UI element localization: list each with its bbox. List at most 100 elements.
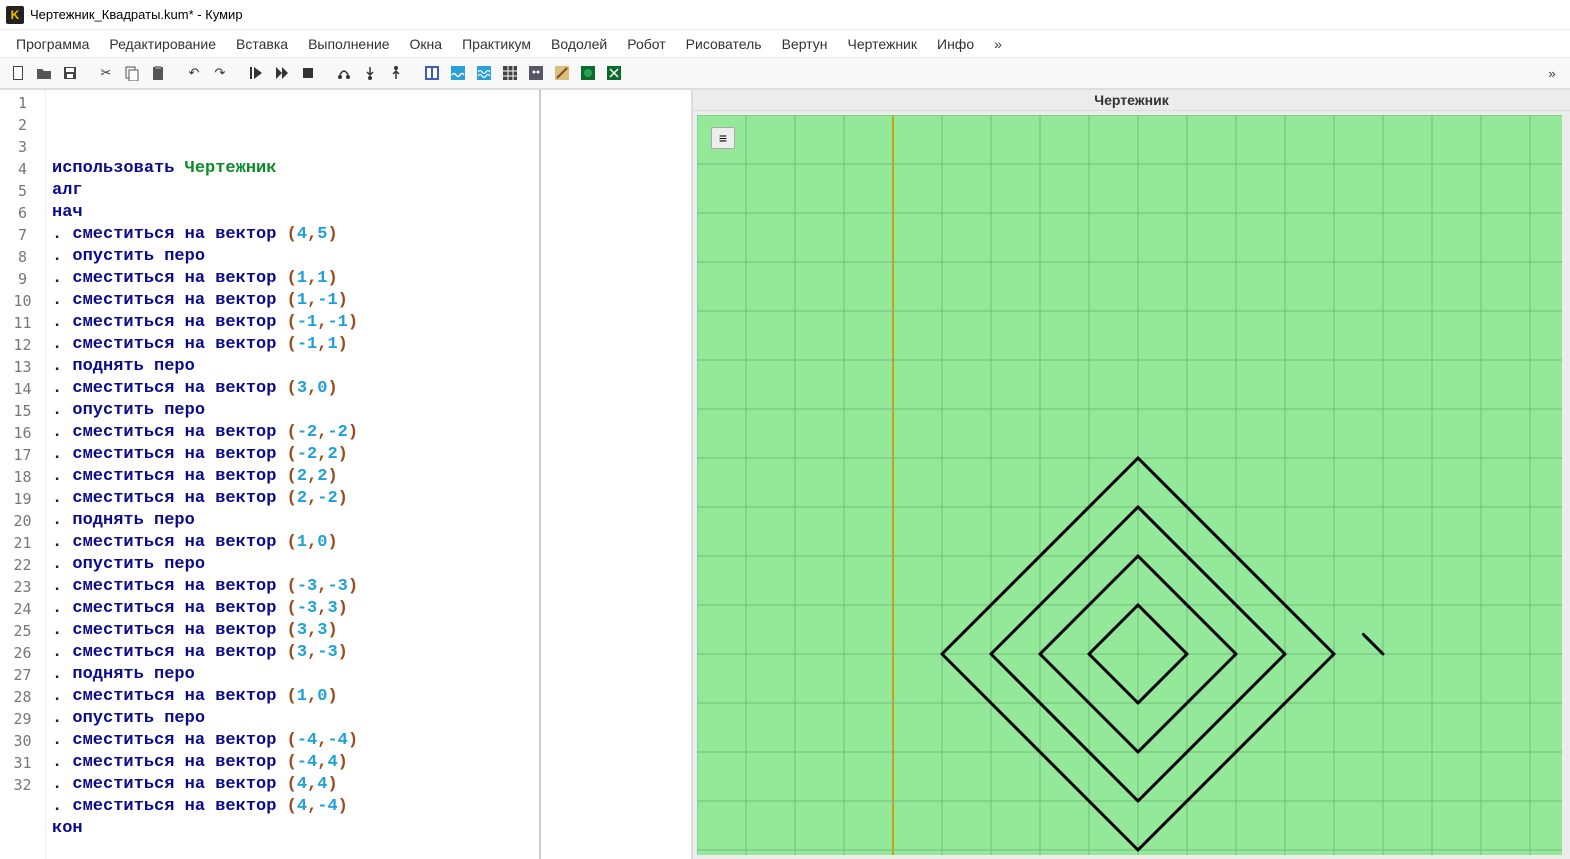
step-out-icon[interactable] <box>384 61 408 85</box>
code-line[interactable]: . сместиться на вектор (-2,2) <box>52 444 685 466</box>
actor-water2-icon[interactable] <box>472 61 496 85</box>
code-line[interactable]: . сместиться на вектор (-3,-3) <box>52 576 685 598</box>
code-line[interactable]: . опустить перо <box>52 246 685 268</box>
line-number: 13 <box>0 356 45 378</box>
line-gutter: 1234567891011121314151617181920212223242… <box>0 90 46 859</box>
code-line[interactable]: . сместиться на вектор (2,2) <box>52 466 685 488</box>
code-line[interactable]: . опустить перо <box>52 400 685 422</box>
code-line[interactable]: . сместиться на вектор (-3,3) <box>52 598 685 620</box>
code-line[interactable] <box>52 840 685 859</box>
code-line[interactable]: . сместиться на вектор (1,-1) <box>52 290 685 312</box>
code-line[interactable]: . поднять перо <box>52 510 685 532</box>
line-number: 10 <box>0 290 45 312</box>
new-file-icon[interactable] <box>6 61 30 85</box>
actor-1-icon[interactable] <box>420 61 444 85</box>
toolbar-overflow-icon[interactable]: » <box>1540 61 1564 85</box>
menu-item-7[interactable]: Робот <box>619 33 673 55</box>
code-line[interactable]: . сместиться на вектор (3,0) <box>52 378 685 400</box>
code-line[interactable]: . сместиться на вектор (4,4) <box>52 774 685 796</box>
stop-icon[interactable] <box>296 61 320 85</box>
code-line[interactable]: . сместиться на вектор (-4,4) <box>52 752 685 774</box>
line-number: 16 <box>0 422 45 444</box>
menu-item-5[interactable]: Практикум <box>454 33 539 55</box>
run-icon[interactable] <box>244 61 268 85</box>
step-over-icon[interactable] <box>332 61 356 85</box>
code-line[interactable]: . поднять перо <box>52 356 685 378</box>
line-number: 29 <box>0 708 45 730</box>
app-icon: K <box>6 6 24 24</box>
canvas-title: Чертежник <box>693 90 1570 111</box>
code-line[interactable]: . сместиться на вектор (1,0) <box>52 532 685 554</box>
actor-robot-icon[interactable] <box>524 61 548 85</box>
redo-icon[interactable]: ↷ <box>208 61 232 85</box>
line-number: 6 <box>0 202 45 224</box>
line-number: 19 <box>0 488 45 510</box>
code-line[interactable]: . опустить перо <box>52 554 685 576</box>
code-line[interactable]: . сместиться на вектор (3,-3) <box>52 642 685 664</box>
menu-item-10[interactable]: Чертежник <box>839 33 925 55</box>
code-line[interactable]: . сместиться на вектор (4,-4) <box>52 796 685 818</box>
line-number: 30 <box>0 730 45 752</box>
actor-grid-icon[interactable] <box>498 61 522 85</box>
copy-icon[interactable] <box>120 61 144 85</box>
actor-water-icon[interactable] <box>446 61 470 85</box>
line-number: 1 <box>0 92 45 114</box>
main-split: 1234567891011121314151617181920212223242… <box>0 90 1570 859</box>
code-line[interactable]: . сместиться на вектор (1,0) <box>52 686 685 708</box>
save-file-icon[interactable] <box>58 61 82 85</box>
code-editor[interactable]: использовать Чертежникалгнач. сместиться… <box>46 90 691 859</box>
line-number: 5 <box>0 180 45 202</box>
open-file-icon[interactable] <box>32 61 56 85</box>
code-line[interactable]: . поднять перо <box>52 664 685 686</box>
toolbar: ✂ ↶ ↷ » <box>0 58 1570 90</box>
paste-icon[interactable] <box>146 61 170 85</box>
menu-item-2[interactable]: Вставка <box>228 33 296 55</box>
menu-item-6[interactable]: Водолей <box>543 33 615 55</box>
menu-item-1[interactable]: Редактирование <box>101 33 224 55</box>
canvas-menu-icon[interactable]: ≡ <box>711 127 735 149</box>
code-line[interactable]: нач <box>52 202 685 224</box>
code-line[interactable]: . сместиться на вектор (-1,1) <box>52 334 685 356</box>
code-line[interactable]: . сместиться на вектор (2,-2) <box>52 488 685 510</box>
menu-item-8[interactable]: Рисователь <box>678 33 770 55</box>
editor-vertical-splitter[interactable] <box>539 90 541 859</box>
code-line[interactable]: . сместиться на вектор (-1,-1) <box>52 312 685 334</box>
code-line[interactable]: . сместиться на вектор (-2,-2) <box>52 422 685 444</box>
line-number: 26 <box>0 642 45 664</box>
actor-drawer-icon[interactable] <box>602 61 626 85</box>
step-into-icon[interactable] <box>358 61 382 85</box>
line-number: 25 <box>0 620 45 642</box>
line-number: 17 <box>0 444 45 466</box>
undo-icon[interactable]: ↶ <box>182 61 206 85</box>
drawing-canvas[interactable] <box>697 115 1562 855</box>
code-line[interactable]: . сместиться на вектор (4,5) <box>52 224 685 246</box>
menu-item-12[interactable]: » <box>986 33 1010 55</box>
window-title: Чертежник_Квадраты.kum* - Кумир <box>30 7 243 22</box>
actor-painter-icon[interactable] <box>550 61 574 85</box>
code-line[interactable]: . опустить перо <box>52 708 685 730</box>
line-number: 15 <box>0 400 45 422</box>
code-line[interactable]: . сместиться на вектор (1,1) <box>52 268 685 290</box>
line-number: 12 <box>0 334 45 356</box>
titlebar: K Чертежник_Квадраты.kum* - Кумир <box>0 0 1570 30</box>
line-number: 11 <box>0 312 45 334</box>
cut-icon[interactable]: ✂ <box>94 61 118 85</box>
menu-item-0[interactable]: Программа <box>8 33 97 55</box>
code-line[interactable]: использовать Чертежник <box>52 158 685 180</box>
line-number: 27 <box>0 664 45 686</box>
menu-item-9[interactable]: Вертун <box>774 33 836 55</box>
line-number: 3 <box>0 136 45 158</box>
line-number: 28 <box>0 686 45 708</box>
actor-turtle-icon[interactable] <box>576 61 600 85</box>
menu-item-11[interactable]: Инфо <box>929 33 982 55</box>
code-line[interactable]: . сместиться на вектор (3,3) <box>52 620 685 642</box>
code-line[interactable]: алг <box>52 180 685 202</box>
code-line[interactable]: . сместиться на вектор (-4,-4) <box>52 730 685 752</box>
line-number: 4 <box>0 158 45 180</box>
actor-pane: Чертежник ≡ <box>693 90 1570 859</box>
code-line[interactable]: кон <box>52 818 685 840</box>
menu-item-4[interactable]: Окна <box>402 33 451 55</box>
line-number: 22 <box>0 554 45 576</box>
menu-item-3[interactable]: Выполнение <box>300 33 397 55</box>
run-fast-icon[interactable] <box>270 61 294 85</box>
